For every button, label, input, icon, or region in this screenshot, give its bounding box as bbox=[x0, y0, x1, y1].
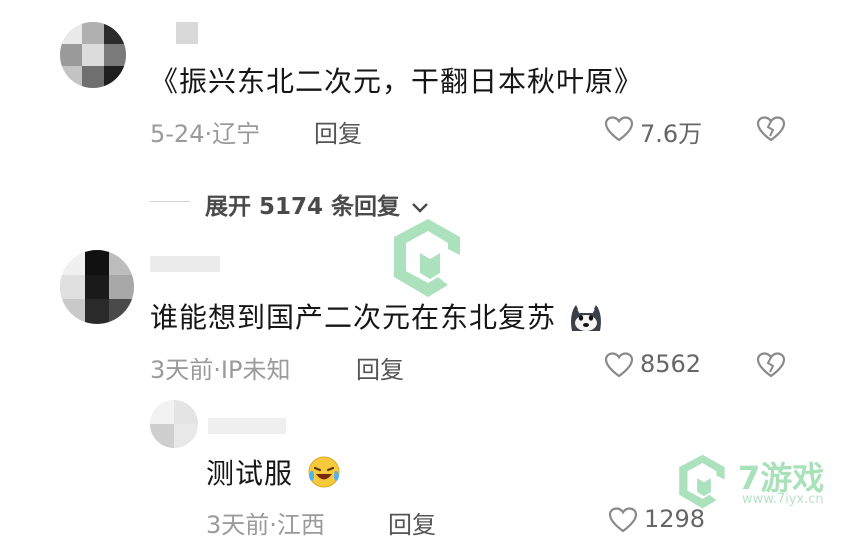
chevron-down-icon bbox=[410, 201, 430, 215]
like-count: 8562 bbox=[640, 350, 702, 378]
comment-date: 3天前 bbox=[206, 511, 270, 539]
comment-date: 5-24 bbox=[150, 120, 205, 148]
comment-meta: 5-24·辽宁 bbox=[150, 120, 261, 148]
watermark-url: www.7iyx.cn bbox=[742, 492, 824, 507]
watermark-logo-icon bbox=[390, 215, 470, 305]
like-icon[interactable] bbox=[604, 351, 634, 379]
username[interactable] bbox=[176, 22, 198, 44]
dislike-icon[interactable] bbox=[756, 351, 786, 379]
reply-button[interactable]: 回复 bbox=[356, 350, 404, 385]
comment-meta: 3天前·IP未知 bbox=[150, 356, 291, 384]
laughing-crying-emoji bbox=[307, 455, 341, 489]
username[interactable] bbox=[150, 256, 220, 272]
comment-text: 《振兴东北二次元，干翻日本秋叶原》 bbox=[150, 65, 644, 98]
comment-location: 辽宁 bbox=[212, 120, 261, 148]
comment-meta: 3天前·江西 bbox=[206, 511, 325, 539]
expand-replies-label: 展开 5174 条回复 bbox=[205, 194, 401, 220]
expand-divider bbox=[150, 201, 190, 202]
comment-text: 测试服 bbox=[206, 452, 341, 492]
reply-button[interactable]: 回复 bbox=[314, 114, 362, 149]
like-count: 7.6万 bbox=[640, 120, 703, 148]
reply-button[interactable]: 回复 bbox=[388, 505, 436, 540]
comment-location: IP未知 bbox=[220, 356, 291, 384]
like-icon[interactable] bbox=[608, 506, 638, 534]
avatar[interactable] bbox=[60, 250, 134, 324]
avatar[interactable] bbox=[60, 22, 126, 88]
doge-emoji bbox=[568, 301, 604, 333]
comment-location: 江西 bbox=[276, 511, 325, 539]
watermark-logo-icon bbox=[676, 452, 732, 514]
avatar[interactable] bbox=[150, 400, 198, 448]
username[interactable] bbox=[208, 418, 286, 434]
comment-date: 3天前 bbox=[150, 356, 214, 384]
comment-text: 谁能想到国产二次元在东北复苏 bbox=[150, 296, 604, 336]
dislike-icon[interactable] bbox=[756, 115, 786, 143]
like-icon[interactable] bbox=[604, 115, 634, 143]
